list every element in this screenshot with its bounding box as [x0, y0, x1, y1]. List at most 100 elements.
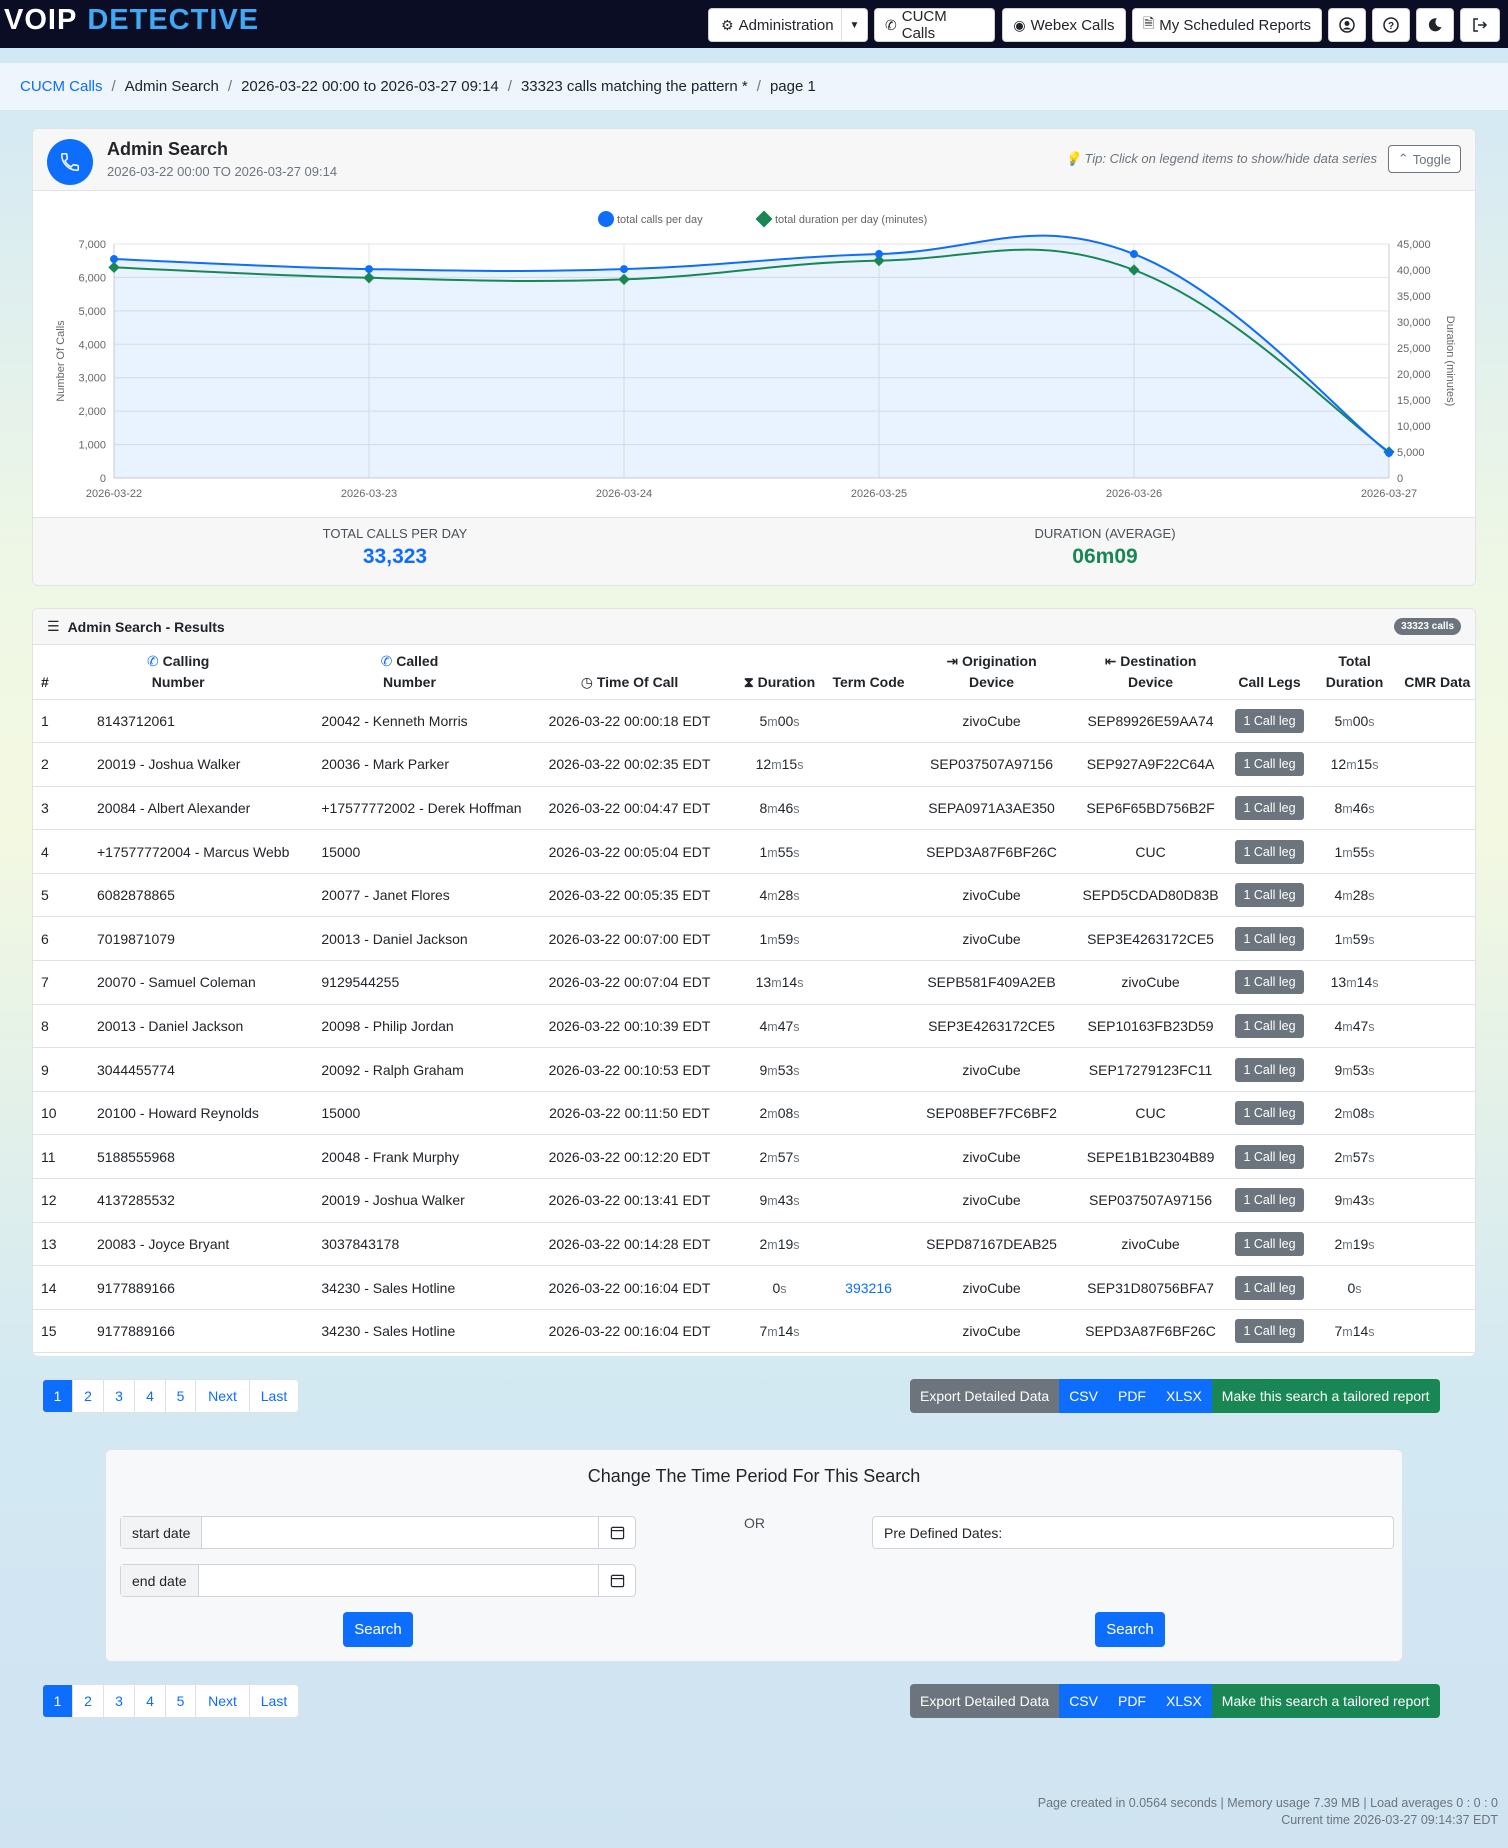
cucm-calls-button[interactable]: ✆ CUCM Calls	[874, 8, 995, 42]
duration-unit-s: s	[793, 1194, 800, 1209]
tailored-report-button[interactable]: Make this search a tailored report	[1211, 1379, 1440, 1413]
export-xlsx-button[interactable]: XLSX	[1155, 1379, 1212, 1413]
search-predefined-button[interactable]: Search	[1095, 1612, 1165, 1647]
calendar-icon[interactable]	[598, 1517, 635, 1548]
page-5-link[interactable]: 5	[166, 1380, 196, 1412]
cell-term-code	[825, 1004, 912, 1049]
duration-unit-m: m	[767, 1063, 778, 1078]
y-tick-label: 1,000	[78, 440, 106, 452]
voip-detective-logo[interactable]: VOIP DETECTIVE	[4, 4, 259, 37]
legend-tip-text: Tip: Click on legend items to show/hide …	[1084, 151, 1377, 166]
call-legs-button[interactable]: 1 Call leg	[1235, 1057, 1304, 1082]
user-profile-button[interactable]	[1328, 8, 1366, 42]
lightbulb-icon: 💡	[1064, 151, 1081, 166]
enter-icon: ⇤	[1104, 652, 1117, 669]
col-number[interactable]: #	[33, 645, 63, 700]
dark-mode-button[interactable]	[1416, 8, 1454, 42]
duration-unit-s: s	[1368, 1325, 1375, 1340]
col-term-code[interactable]: Term Code	[825, 645, 912, 700]
export-xlsx-button[interactable]: XLSX	[1155, 1684, 1212, 1718]
export-pdf-button[interactable]: PDF	[1107, 1684, 1156, 1718]
duration-unit-s: s	[793, 1237, 800, 1252]
cell-calling-number: 20084 - Albert Alexander	[63, 786, 294, 831]
call-legs-button[interactable]: 1 Call leg	[1235, 795, 1304, 820]
end-date-input[interactable]	[199, 1565, 599, 1596]
help-button[interactable]: ?	[1372, 8, 1410, 42]
call-legs-button[interactable]: 1 Call leg	[1235, 1231, 1304, 1256]
page-1-link[interactable]: 1	[43, 1685, 73, 1717]
cell-number: 13	[33, 1222, 63, 1267]
term-code-link[interactable]: 393216	[845, 1280, 892, 1296]
col-cmr-data[interactable]: CMR Data	[1399, 645, 1475, 700]
cell-calling-number: 20019 - Joshua Walker	[63, 742, 294, 787]
expand-icon: ⌃	[1397, 151, 1409, 166]
next-page-link[interactable]: Next	[196, 1685, 250, 1717]
start-date-input[interactable]	[202, 1517, 598, 1548]
col-call-legs[interactable]: Call Legs	[1229, 645, 1310, 700]
cell-destination-device: SEPD5CDAD80D83B	[1071, 873, 1230, 918]
page-4-link[interactable]: 4	[135, 1685, 166, 1717]
export-pdf-button[interactable]: PDF	[1107, 1379, 1156, 1413]
call-legs-button[interactable]: 1 Call leg	[1235, 1188, 1304, 1213]
duration-unit-m: m	[767, 889, 778, 904]
predefined-dates-select[interactable]: Pre Defined Dates:	[872, 1516, 1394, 1549]
cell-cmr-data	[1399, 742, 1475, 787]
chevron-down-icon[interactable]: ▼	[841, 9, 867, 41]
page-1-link[interactable]: 1	[43, 1380, 73, 1412]
logout-button[interactable]	[1460, 8, 1500, 42]
scheduled-reports-button[interactable]: 🗎 My Scheduled Reports	[1132, 8, 1322, 42]
page-2-link[interactable]: 2	[73, 1380, 104, 1412]
page-2-link[interactable]: 2	[73, 1685, 104, 1717]
cell-time-of-call: 2026-03-22 00:10:53 EDT	[525, 1047, 734, 1092]
col-total-duration[interactable]: Total Duration	[1309, 645, 1400, 700]
duration-unit-s: s	[793, 1019, 800, 1034]
call-legs-button[interactable]: 1 Call leg	[1235, 839, 1304, 864]
export-csv-button[interactable]: CSV	[1059, 1684, 1108, 1718]
last-page-link[interactable]: Last	[250, 1380, 298, 1412]
col-time-of-call[interactable]: ◷ Time Of Call	[525, 645, 734, 700]
call-legs-button[interactable]: 1 Call leg	[1235, 926, 1304, 951]
breadcrumb-cucm-calls[interactable]: CUCM Calls	[20, 78, 103, 95]
cell-origination-device: SEPB581F409A2EB	[911, 960, 1072, 1005]
export-detailed-button[interactable]: Export Detailed Data	[910, 1379, 1060, 1413]
toggle-chart-button[interactable]: ⌃ Toggle	[1387, 145, 1461, 173]
page-3-link[interactable]: 3	[104, 1685, 135, 1717]
cell-call-legs: 1 Call leg	[1229, 1178, 1310, 1223]
duration-seconds: 59	[1352, 930, 1369, 947]
col-destination-device[interactable]: ⇤ Destination Device	[1071, 645, 1230, 700]
last-page-link[interactable]: Last	[250, 1685, 298, 1717]
cell-call-legs: 1 Call leg	[1229, 960, 1310, 1005]
col-origination-device[interactable]: ⇥ Origination Device	[911, 645, 1072, 700]
col-calling-number[interactable]: ✆ Calling Number	[63, 645, 294, 700]
call-legs-button[interactable]: 1 Call leg	[1235, 708, 1304, 733]
call-legs-button[interactable]: 1 Call leg	[1235, 1013, 1304, 1038]
call-legs-button[interactable]: 1 Call leg	[1235, 1101, 1304, 1126]
call-legs-button[interactable]: 1 Call leg	[1235, 1319, 1304, 1344]
stat-total-calls: TOTAL CALLS PER DAY 33,323	[195, 526, 595, 569]
search-dates-button[interactable]: Search	[343, 1612, 413, 1647]
call-legs-button[interactable]: 1 Call leg	[1235, 970, 1304, 995]
duration-unit-s: s	[1368, 1107, 1375, 1122]
cell-term-code[interactable]: 393216	[825, 1265, 912, 1310]
cell-call-legs: 1 Call leg	[1229, 1222, 1310, 1267]
duration-minutes: 12	[1330, 756, 1347, 773]
administration-dropdown[interactable]: ⚙ Administration ▼	[708, 8, 868, 42]
call-legs-button[interactable]: 1 Call leg	[1235, 752, 1304, 777]
call-legs-button[interactable]: 1 Call leg	[1235, 883, 1304, 908]
export-csv-button[interactable]: CSV	[1059, 1379, 1108, 1413]
page-3-link[interactable]: 3	[104, 1380, 135, 1412]
tailored-report-button[interactable]: Make this search a tailored report	[1211, 1684, 1440, 1718]
call-legs-button[interactable]: 1 Call leg	[1235, 1275, 1304, 1300]
calendar-icon[interactable]	[598, 1565, 635, 1596]
page-5-link[interactable]: 5	[166, 1685, 196, 1717]
call-legs-button[interactable]: 1 Call leg	[1235, 1144, 1304, 1169]
webex-calls-button[interactable]: ◉ Webex Calls	[1002, 8, 1126, 42]
cell-origination-device: zivoCube	[911, 916, 1072, 962]
col-duration[interactable]: ⧗ Duration	[733, 645, 826, 700]
export-detailed-button[interactable]: Export Detailed Data	[910, 1684, 1060, 1718]
page-4-link[interactable]: 4	[135, 1380, 166, 1412]
duration-seconds: 57	[1352, 1148, 1369, 1165]
col-called-number[interactable]: ✆ Called Number	[293, 645, 526, 700]
next-page-link[interactable]: Next	[196, 1380, 250, 1412]
duration-seconds: 19	[1352, 1235, 1369, 1252]
